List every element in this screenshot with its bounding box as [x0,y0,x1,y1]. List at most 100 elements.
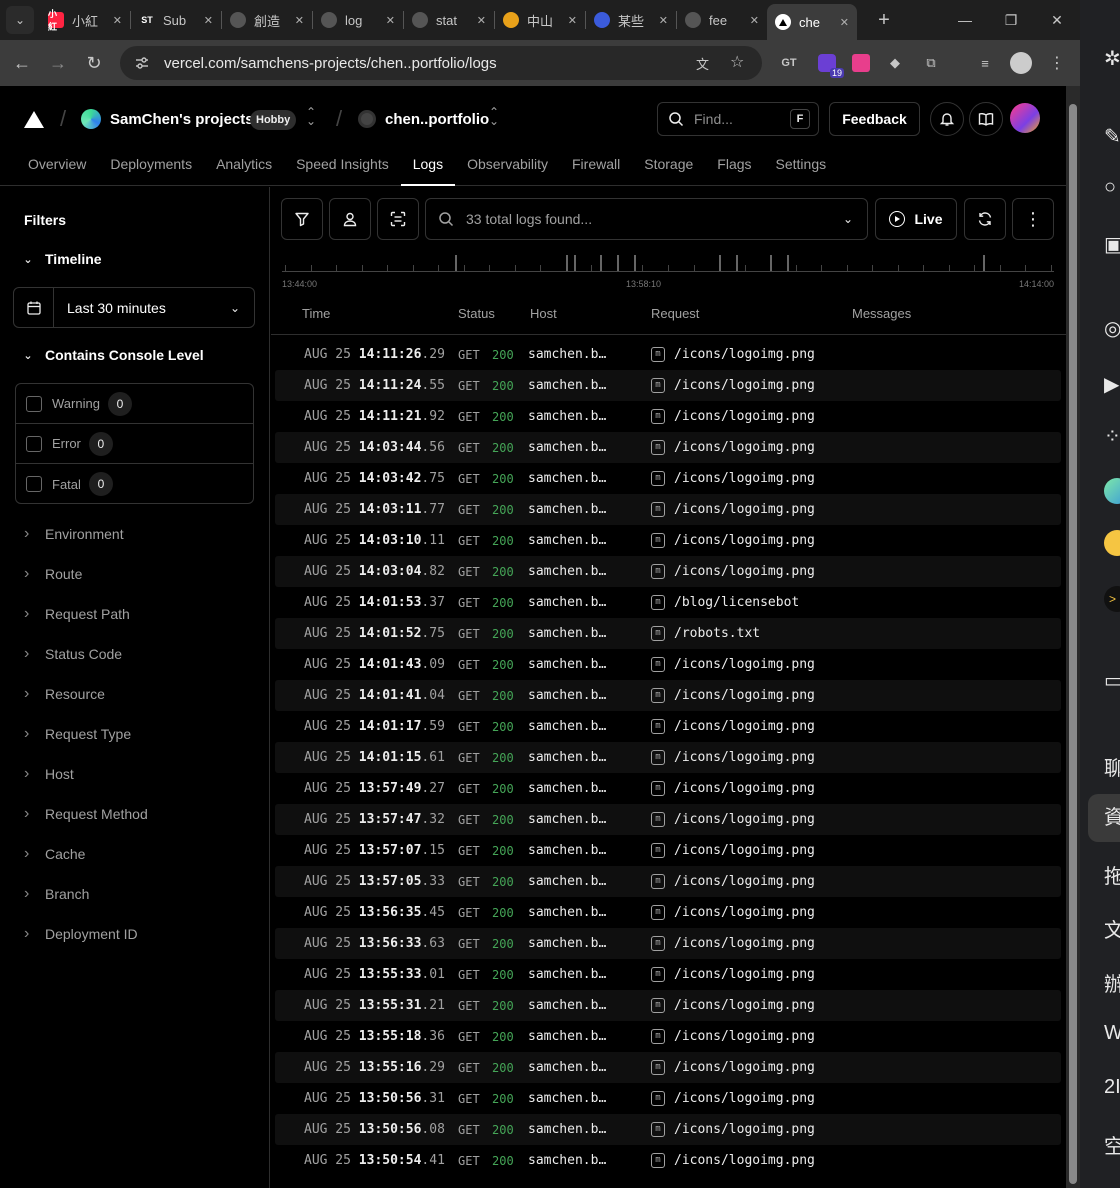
checkbox[interactable] [26,476,42,492]
tab-overview[interactable]: Overview [16,150,98,186]
log-row[interactable]: AUG 25 13:55:18.36 GET 200 samchen.b… m/icon… [275,1021,1061,1052]
tab-settings[interactable]: Settings [764,150,839,186]
log-row[interactable]: AUG 25 14:03:11.77 GET 200 samchen.b… m/icon… [275,494,1061,525]
timeline-section-toggle[interactable]: ⌄ Timeline [20,251,101,267]
log-row[interactable]: AUG 25 13:50:56.31 GET 200 samchen.b… m/icon… [275,1083,1061,1114]
scan-button[interactable] [377,198,419,240]
scrollbar-thumb[interactable] [1069,104,1077,1184]
filter-deployment-id[interactable]: › Deployment ID [24,925,138,943]
log-row[interactable]: AUG 25 13:55:16.29 GET 200 samchen.b… m/icon… [275,1052,1061,1083]
tab-close-icon[interactable]: ✕ [386,14,395,27]
more-options-button[interactable]: ⋮ [1012,198,1054,240]
browser-menu-icon[interactable]: ⋮ [1044,50,1070,76]
log-row[interactable]: AUG 25 14:03:10.11 GET 200 samchen.b… m/icon… [275,525,1061,556]
logs-search-input[interactable]: 33 total logs found... ⌄ [425,198,868,240]
timeline-bar[interactable] [736,255,739,271]
tab-close-icon[interactable]: ✕ [295,14,304,27]
tab-firewall[interactable]: Firewall [560,150,632,186]
timeline-bar[interactable] [787,255,790,271]
tab-close-icon[interactable]: ✕ [659,14,668,27]
forward-arrow-icon[interactable]: → [40,45,76,81]
log-row[interactable]: AUG 25 14:01:53.37 GET 200 samchen.b… m/blog… [275,587,1061,618]
filter-request-path[interactable]: › Request Path [24,605,130,623]
browser-tab[interactable]: 小紅 小紅 ✕ [40,4,130,36]
chevron-down-icon[interactable]: ⌄ [843,212,853,226]
image-icon[interactable]: ▣ [1104,232,1120,257]
vercel-logo-icon[interactable] [24,111,44,128]
console-level-section-toggle[interactable]: ⌄ Contains Console Level [20,347,203,363]
page-scrollbar[interactable] [1066,86,1080,1188]
tab-close-icon[interactable]: ✕ [568,14,577,27]
checkbox[interactable] [26,435,42,452]
filter-route[interactable]: › Route [24,565,82,583]
browser-tab[interactable]: log ✕ [313,4,403,36]
project-name[interactable]: chen..portfolio [385,111,489,128]
timeline-bar[interactable] [616,255,619,271]
log-row[interactable]: AUG 25 14:01:17.59 GET 200 samchen.b… m/icon… [275,711,1061,742]
filter-environment[interactable]: › Environment [24,525,124,543]
new-tab-plus-icon[interactable]: + [869,9,899,32]
side-chat-item[interactable]: 2I [1104,1076,1120,1099]
log-row[interactable]: AUG 25 13:50:54.41 GET 200 samchen.b… m/icon… [275,1145,1061,1176]
log-row[interactable]: AUG 25 14:01:41.04 GET 200 samchen.b… m/icon… [275,680,1061,711]
browser-tab[interactable]: 某些 ✕ [586,4,676,36]
refresh-button[interactable] [964,198,1006,240]
timeline-bar[interactable] [574,255,577,271]
terminal-avatar-icon[interactable]: > [1104,586,1120,612]
log-row[interactable]: AUG 25 13:57:07.15 GET 200 samchen.b… m/icon… [275,835,1061,866]
log-row[interactable]: AUG 25 14:03:44.56 GET 200 samchen.b… m/icon… [275,432,1061,463]
extension-eraser-icon[interactable]: ◆ [882,50,908,76]
tab-logs[interactable]: Logs [400,150,456,186]
column-messages[interactable]: Messages [852,306,911,321]
translate-icon[interactable]: 文 [696,54,709,73]
log-row[interactable]: AUG 25 13:50:56.08 GET 200 samchen.b… m/icon… [275,1114,1061,1145]
log-row[interactable]: AUG 25 13:56:35.45 GET 200 samchen.b… m/icon… [275,897,1061,928]
log-row[interactable]: AUG 25 13:57:05.33 GET 200 samchen.b… m/icon… [275,866,1061,897]
filter-host[interactable]: › Host [24,765,74,783]
log-row[interactable]: AUG 25 13:55:31.21 GET 200 samchen.b… m/icon… [275,990,1061,1021]
log-row[interactable]: AUG 25 14:11:26.29 GET 200 samchen.b… m/icon… [275,339,1061,370]
play-icon[interactable]: ▶ [1104,372,1119,397]
log-row[interactable]: AUG 25 13:55:33.01 GET 200 samchen.b… m/icon… [275,959,1061,990]
folder-icon[interactable]: ▭ [1104,668,1120,693]
side-chat-item[interactable]: 資 [1088,794,1120,842]
level-option-warning[interactable]: Warning 0 [16,384,253,424]
project-switcher-chevron-icon[interactable]: ⌃ ⌄ [489,106,499,127]
filter-status-code[interactable]: › Status Code [24,645,122,663]
live-button[interactable]: Live [875,198,957,240]
side-chat-item[interactable]: 辦 [1104,968,1120,997]
browser-tab[interactable]: 創造 ✕ [222,4,312,36]
extension-translate-icon[interactable] [848,50,874,76]
extension-gpt-icon[interactable]: GT [776,50,802,76]
timeline-bar[interactable] [565,255,568,271]
filter-request-type[interactable]: › Request Type [24,725,131,743]
side-chat-item[interactable]: W [1104,1022,1120,1045]
team-avatar[interactable] [81,109,101,129]
notifications-bell-icon[interactable] [930,102,964,136]
back-arrow-icon[interactable]: ← [4,45,40,81]
extensions-puzzle-icon[interactable]: ⧉ [918,50,944,76]
minimize-window-icon[interactable]: — [942,0,988,40]
filter-resource[interactable]: › Resource [24,685,105,703]
timeline-bar[interactable] [455,255,458,271]
log-row[interactable]: AUG 25 14:01:52.75 GET 200 samchen.b… m/robo… [275,618,1061,649]
checkbox[interactable] [26,395,42,412]
docs-book-icon[interactable] [969,102,1003,136]
tab-close-icon[interactable]: ✕ [750,14,759,27]
side-chat-item[interactable]: 空 [1104,1130,1120,1159]
tab-storage[interactable]: Storage [632,150,705,186]
filter-funnel-button[interactable] [281,198,323,240]
site-settings-icon[interactable] [134,55,150,71]
find-input[interactable]: Find... F [657,102,819,136]
timeline-bar[interactable] [599,255,602,271]
emoji-avatar-icon[interactable] [1104,530,1120,556]
user-avatar[interactable] [1010,103,1040,133]
log-row[interactable]: AUG 25 14:03:04.82 GET 200 samchen.b… m/icon… [275,556,1061,587]
tab-observability[interactable]: Observability [455,150,560,186]
time-range-select[interactable]: Last 30 minutes ⌄ [13,287,255,328]
tab-search-chevron-icon[interactable]: ⌄ [6,6,34,34]
log-row[interactable]: AUG 25 14:11:21.92 GET 200 samchen.b… m/icon… [275,401,1061,432]
level-option-fatal[interactable]: Fatal 0 [16,464,253,504]
log-row[interactable]: AUG 25 14:01:15.61 GET 200 samchen.b… m/icon… [275,742,1061,773]
timeline-bar[interactable] [982,255,985,271]
